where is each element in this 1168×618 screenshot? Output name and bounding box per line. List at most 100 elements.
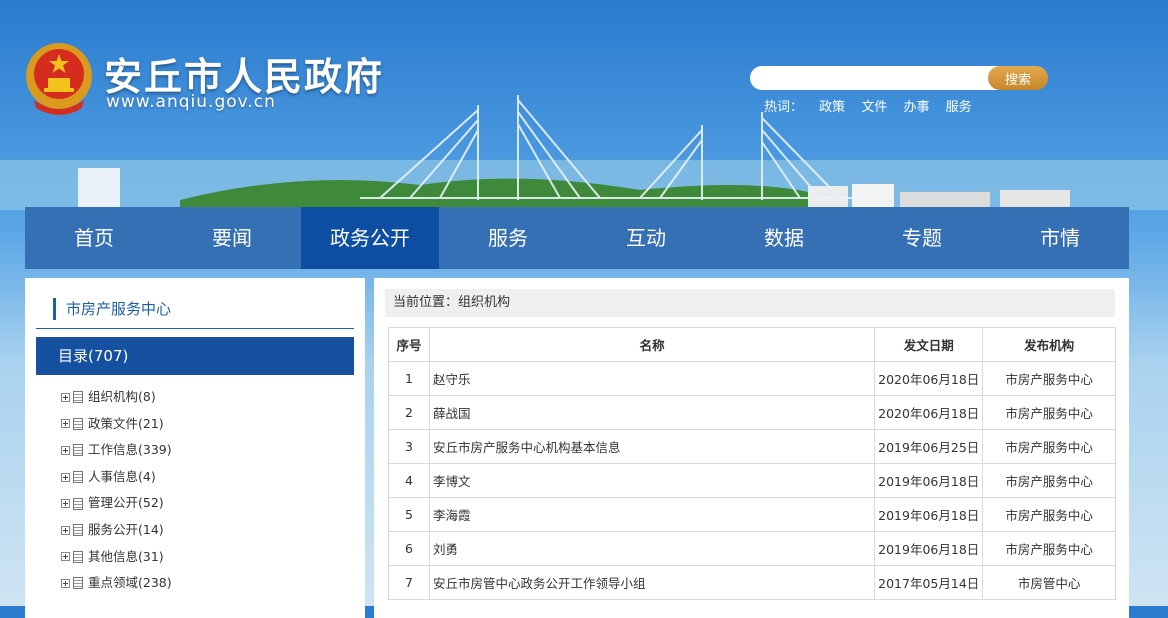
tree-item-personnel-info[interactable]: 人事信息(4) (61, 464, 172, 491)
header: 安丘市人民政府 www.anqiu.gov.cn 搜索 热词： 政策 文件 办事… (0, 0, 1168, 210)
cell-publisher: 市房管中心 (982, 565, 1116, 600)
cell-publisher: 市房产服务中心 (982, 429, 1116, 464)
expand-plus-icon[interactable] (61, 445, 70, 455)
cell-index: 1 (388, 361, 430, 396)
sidebar-divider (36, 328, 354, 329)
cell-name-link[interactable]: 李海霞 (428, 497, 876, 532)
catalog-header[interactable]: 目录(707) (36, 337, 354, 375)
document-icon (73, 444, 83, 457)
tree-item-organization[interactable]: 组织机构(8) (61, 384, 172, 411)
nav-item-data[interactable]: 数据 (715, 207, 853, 269)
cell-date: 2019年06月18日 (874, 463, 984, 498)
cell-index: 4 (388, 463, 430, 498)
national-emblem-icon (26, 43, 92, 115)
document-table: 序号 名称 发文日期 发布机构 1 赵守乐 2020年06月18日 市房产服务中… (388, 327, 1116, 600)
tree-item-policy-documents[interactable]: 政策文件(21) (61, 411, 172, 438)
tree-item-label: 政策文件(21) (88, 415, 164, 431)
cell-date: 2019年06月18日 (874, 531, 984, 566)
expand-plus-icon[interactable] (61, 392, 70, 402)
tree-item-label: 重点领域(238) (88, 575, 172, 591)
table-row: 3 安丘市房产服务中心机构基本信息 2019年06月25日 市房产服务中心 (388, 429, 1116, 464)
column-header-publisher: 发布机构 (982, 327, 1116, 362)
cell-date: 2020年06月18日 (874, 361, 984, 396)
cell-name-link[interactable]: 安丘市房产服务中心机构基本信息 (428, 429, 876, 464)
cell-date: 2017年05月14日 (874, 565, 984, 600)
hot-word-service[interactable]: 服务 (946, 100, 972, 115)
expand-plus-icon[interactable] (61, 499, 70, 509)
cell-index: 5 (388, 497, 430, 532)
search-button[interactable]: 搜索 (988, 66, 1048, 90)
cell-index: 6 (388, 531, 430, 566)
cell-publisher: 市房产服务中心 (982, 361, 1116, 396)
cell-name-link[interactable]: 安丘市房管中心政务公开工作领导小组 (428, 565, 876, 600)
cell-publisher: 市房产服务中心 (982, 531, 1116, 566)
content-panel: 当前位置：组织机构 序号 名称 发文日期 发布机构 1 赵守乐 2020年06月… (374, 278, 1129, 618)
cell-index: 7 (388, 565, 430, 600)
cell-publisher: 市房产服务中心 (982, 497, 1116, 532)
cell-index: 3 (388, 429, 430, 464)
hot-word-affairs[interactable]: 办事 (903, 100, 929, 115)
tree-item-label: 管理公开(52) (88, 495, 164, 511)
expand-plus-icon[interactable] (61, 472, 70, 482)
table-row: 4 李博文 2019年06月18日 市房产服务中心 (388, 463, 1116, 498)
document-icon (73, 550, 83, 563)
search-input[interactable] (750, 66, 1000, 90)
sidebar: 市房产服务中心 目录(707) 组织机构(8) 政策文件(21) 工作信息(33… (25, 278, 365, 618)
document-icon (73, 471, 83, 484)
hot-word-document[interactable]: 文件 (861, 100, 887, 115)
table-row: 6 刘勇 2019年06月18日 市房产服务中心 (388, 531, 1116, 566)
nav-item-news[interactable]: 要闻 (163, 207, 301, 269)
tree-item-label: 服务公开(14) (88, 521, 164, 537)
cell-date: 2019年06月25日 (874, 429, 984, 464)
tree-item-label: 人事信息(4) (88, 468, 156, 484)
cell-index: 2 (388, 395, 430, 430)
expand-plus-icon[interactable] (61, 419, 70, 429)
cell-date: 2020年06月18日 (874, 395, 984, 430)
sidebar-title: 市房产服务中心 (53, 298, 171, 320)
document-icon (73, 577, 83, 590)
hot-words-label: 热词： (764, 100, 804, 115)
cell-publisher: 市房产服务中心 (982, 395, 1116, 430)
tree-item-label: 工作信息(339) (88, 442, 172, 458)
cell-name-link[interactable]: 刘勇 (428, 531, 876, 566)
table-row: 7 安丘市房管中心政务公开工作领导小组 2017年05月14日 市房管中心 (388, 565, 1116, 600)
cell-date: 2019年06月18日 (874, 497, 984, 532)
expand-plus-icon[interactable] (61, 525, 70, 535)
nav-item-services[interactable]: 服务 (439, 207, 577, 269)
table-row: 1 赵守乐 2020年06月18日 市房产服务中心 (388, 361, 1116, 396)
hot-word-policy[interactable]: 政策 (819, 100, 845, 115)
tree-item-key-areas[interactable]: 重点领域(238) (61, 570, 172, 597)
document-icon (73, 417, 83, 430)
cell-name-link[interactable]: 薛战国 (428, 395, 876, 430)
table-row: 2 薛战国 2020年06月18日 市房产服务中心 (388, 395, 1116, 430)
nav-item-interaction[interactable]: 互动 (577, 207, 715, 269)
column-header-date: 发文日期 (874, 327, 984, 362)
main-nav: 首页 要闻 政务公开 服务 互动 数据 专题 市情 (25, 207, 1129, 269)
document-icon (73, 391, 83, 404)
document-icon (73, 524, 83, 537)
column-header-index: 序号 (388, 327, 430, 362)
breadcrumb: 当前位置：组织机构 (385, 289, 1115, 317)
cell-publisher: 市房产服务中心 (982, 463, 1116, 498)
nav-item-city-info[interactable]: 市情 (991, 207, 1129, 269)
nav-item-topics[interactable]: 专题 (853, 207, 991, 269)
tree-item-label: 其他信息(31) (88, 548, 164, 564)
tree-item-service-disclosure[interactable]: 服务公开(14) (61, 517, 172, 544)
search-box: 搜索 (750, 66, 1048, 90)
tree-item-work-info[interactable]: 工作信息(339) (61, 437, 172, 464)
tree-item-other-info[interactable]: 其他信息(31) (61, 544, 172, 571)
expand-plus-icon[interactable] (61, 552, 70, 562)
table-header-row: 序号 名称 发文日期 发布机构 (388, 327, 1116, 362)
cell-name-link[interactable]: 赵守乐 (428, 361, 876, 396)
cell-name-link[interactable]: 李博文 (428, 463, 876, 498)
table-row: 5 李海霞 2019年06月18日 市房产服务中心 (388, 497, 1116, 532)
catalog-tree: 组织机构(8) 政策文件(21) 工作信息(339) 人事信息(4) 管理公开(… (61, 384, 172, 597)
nav-item-government-affairs[interactable]: 政务公开 (301, 207, 439, 269)
expand-plus-icon[interactable] (61, 578, 70, 588)
column-header-name: 名称 (428, 327, 876, 362)
tree-item-label: 组织机构(8) (88, 389, 156, 404)
document-icon (73, 497, 83, 510)
tree-item-management-disclosure[interactable]: 管理公开(52) (61, 490, 172, 517)
nav-item-home[interactable]: 首页 (25, 207, 163, 269)
hot-words: 热词： 政策 文件 办事 服务 (764, 96, 984, 115)
